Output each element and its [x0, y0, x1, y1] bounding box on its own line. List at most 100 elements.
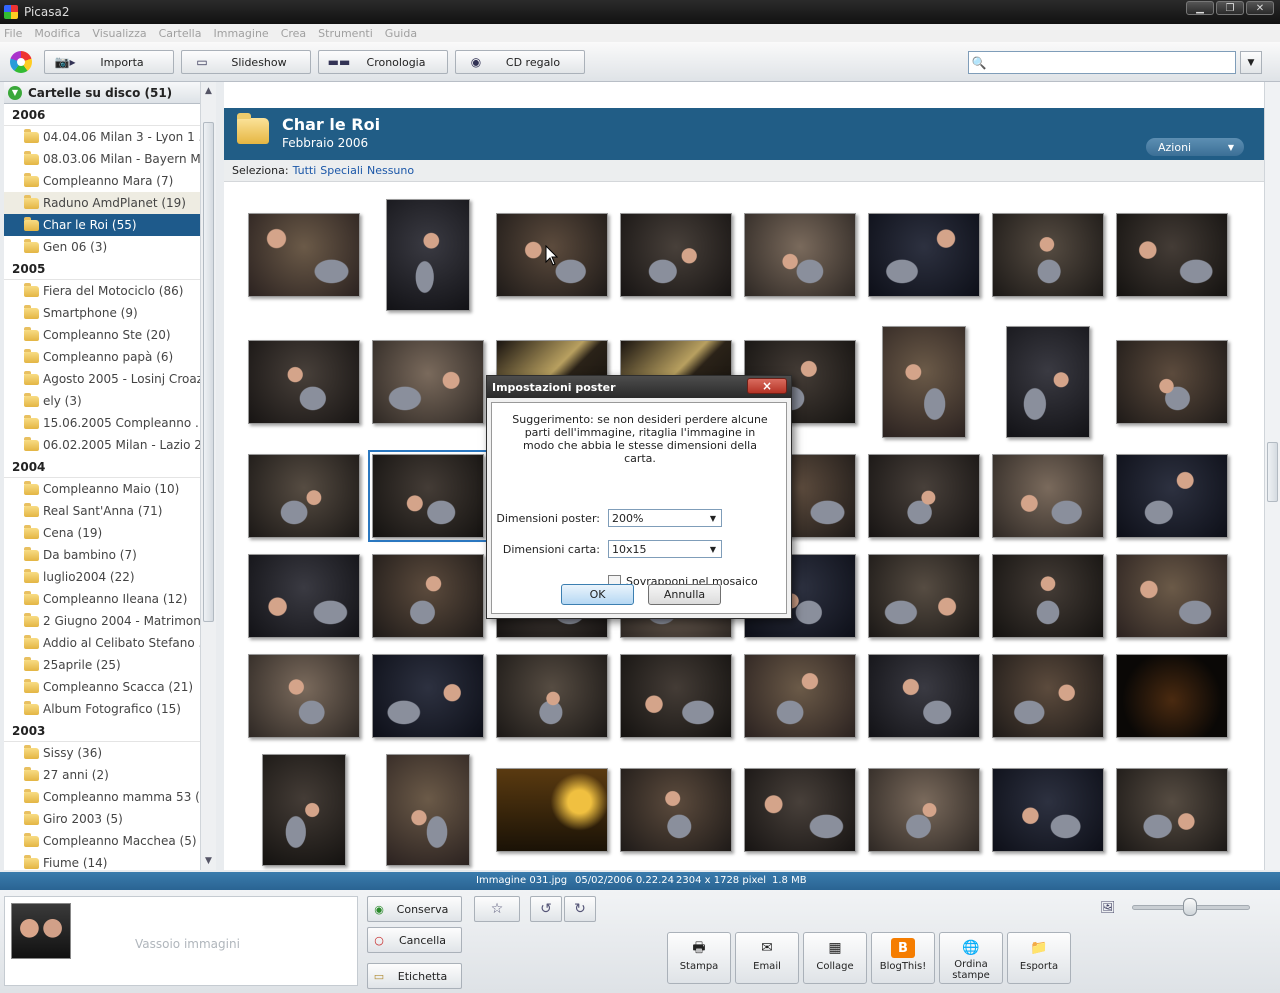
photo-thumbnail[interactable]	[868, 213, 980, 297]
folder-item[interactable]: Giro 2003 (5)	[4, 808, 200, 830]
photo-thumbnail[interactable]	[1116, 768, 1228, 852]
scroll-down-icon[interactable]: ▼	[201, 852, 216, 870]
folder-item[interactable]: luglio2004 (22)	[4, 566, 200, 588]
paper-size-select[interactable]: 10x15 ▼	[608, 540, 722, 558]
folder-item[interactable]: Da bambino (7)	[4, 544, 200, 566]
photo-thumbnail-selected[interactable]	[368, 450, 488, 542]
folder-item[interactable]: Compleanno Ileana (12)	[4, 588, 200, 610]
clear-button[interactable]: ○ Cancella	[367, 927, 462, 953]
folder-item[interactable]: Fiume (14)	[4, 852, 200, 870]
photo-thumbnail[interactable]	[496, 768, 608, 852]
folder-item[interactable]: Addio al Celibato Stefano ...	[4, 632, 200, 654]
photo-thumbnail[interactable]	[868, 654, 980, 738]
select-special-link[interactable]: Speciali	[320, 164, 363, 177]
photo-thumbnail[interactable]	[882, 326, 966, 438]
search-options-dropdown[interactable]: ▼	[1240, 51, 1262, 74]
photo-thumbnail[interactable]	[1116, 213, 1228, 297]
rotate-left-button[interactable]: ↺	[530, 896, 562, 922]
cd-gift-button[interactable]: ◉ CD regalo	[455, 50, 585, 74]
minimize-button[interactable]: ▁	[1186, 1, 1214, 15]
picture-tray[interactable]: Vassoio immagini	[4, 896, 358, 986]
photo-thumbnail[interactable]	[496, 654, 608, 738]
folder-item[interactable]: ely (3)	[4, 390, 200, 412]
email-button[interactable]: ✉ Email	[735, 932, 799, 984]
folder-item[interactable]: Compleanno mamma 53 (4)	[4, 786, 200, 808]
photo-thumbnail[interactable]	[868, 454, 980, 538]
photo-thumbnail[interactable]	[386, 199, 470, 311]
menu-crea[interactable]: Crea	[281, 27, 306, 40]
photo-thumbnail[interactable]	[992, 768, 1104, 852]
menu-modifica[interactable]: Modifica	[34, 27, 80, 40]
menu-file[interactable]: File	[4, 27, 22, 40]
search-input[interactable]	[989, 52, 1229, 73]
folder-item[interactable]: Fiera del Motociclo (86)	[4, 280, 200, 302]
tray-thumbnail[interactable]	[11, 903, 71, 959]
scrollbar-thumb[interactable]	[1267, 442, 1278, 502]
photo-thumbnail[interactable]	[372, 340, 484, 424]
photo-thumbnail[interactable]	[868, 768, 980, 852]
folder-item[interactable]: 25aprile (25)	[4, 654, 200, 676]
photo-thumbnail[interactable]	[372, 554, 484, 638]
photo-thumbnail[interactable]	[262, 754, 346, 866]
select-all-link[interactable]: Tutti	[293, 164, 317, 177]
close-window-button[interactable]: ✕	[1246, 1, 1274, 15]
folder-item-hovered[interactable]: Raduno AmdPlanet (19)	[4, 192, 200, 214]
menu-visualizza[interactable]: Visualizza	[92, 27, 146, 40]
keep-button[interactable]: ◉ Conserva	[367, 896, 462, 922]
folder-item[interactable]: Agosto 2005 - Losinj Croaz...	[4, 368, 200, 390]
slider-handle[interactable]	[1183, 898, 1197, 916]
folder-item[interactable]: Sissy (36)	[4, 742, 200, 764]
print-button[interactable]: 🖶 Stampa	[667, 932, 731, 984]
folder-item[interactable]: 2 Giugno 2004 - Matrimoni...	[4, 610, 200, 632]
photo-thumbnail[interactable]	[744, 213, 856, 297]
album-scrollbar[interactable]	[1264, 82, 1280, 870]
photo-thumbnail[interactable]	[744, 654, 856, 738]
collage-button[interactable]: ▦ Collage	[803, 932, 867, 984]
star-button[interactable]: ☆	[474, 896, 520, 922]
maximize-button[interactable]: ❐	[1216, 1, 1244, 15]
photo-thumbnail[interactable]	[372, 654, 484, 738]
menu-cartella[interactable]: Cartella	[159, 27, 202, 40]
folder-list-scrollbar[interactable]: ▲ ▼	[200, 82, 216, 870]
folder-item-selected[interactable]: Char le Roi (55)	[4, 214, 200, 236]
dialog-close-button[interactable]: ×	[747, 378, 787, 394]
photo-thumbnail[interactable]	[992, 454, 1104, 538]
folder-item[interactable]: Album Fotografico (15)	[4, 698, 200, 720]
ok-button[interactable]: OK	[561, 584, 634, 605]
folder-item[interactable]: Compleanno Macchea (5)	[4, 830, 200, 852]
picasa-logo-icon[interactable]	[10, 51, 32, 73]
folder-item[interactable]: 27 anni (2)	[4, 764, 200, 786]
folder-item[interactable]: Compleanno Ste (20)	[4, 324, 200, 346]
photo-thumbnail[interactable]	[620, 213, 732, 297]
select-none-link[interactable]: Nessuno	[367, 164, 414, 177]
folder-item[interactable]: Smartphone (9)	[4, 302, 200, 324]
folder-item[interactable]: Compleanno Maio (10)	[4, 478, 200, 500]
photo-thumbnail[interactable]	[992, 213, 1104, 297]
folder-item[interactable]: Compleanno papà (6)	[4, 346, 200, 368]
photo-thumbnail[interactable]	[1116, 340, 1228, 424]
photo-thumbnail[interactable]	[868, 554, 980, 638]
poster-size-select[interactable]: 200% ▼	[608, 509, 722, 527]
photo-thumbnail[interactable]	[1116, 654, 1228, 738]
export-button[interactable]: 📁 Esporta	[1007, 932, 1071, 984]
actions-dropdown[interactable]: Azioni ▼	[1146, 138, 1244, 156]
photo-thumbnail[interactable]	[620, 654, 732, 738]
folder-item[interactable]: 15.06.2005 Compleanno ...	[4, 412, 200, 434]
photo-thumbnail[interactable]	[1006, 326, 1090, 438]
photo-thumbnail[interactable]	[1116, 454, 1228, 538]
photo-thumbnail[interactable]	[248, 554, 360, 638]
scroll-up-icon[interactable]: ▲	[201, 82, 216, 100]
import-button[interactable]: 📷▸ Importa	[44, 50, 174, 74]
folder-list-header[interactable]: ▼ Cartelle su disco (51)	[4, 82, 215, 104]
rotate-right-button[interactable]: ↻	[564, 896, 596, 922]
blogthis-button[interactable]: B BlogThis!	[871, 932, 935, 984]
photo-thumbnail[interactable]	[1116, 554, 1228, 638]
photo-thumbnail[interactable]	[248, 454, 360, 538]
cancel-button[interactable]: Annulla	[648, 584, 721, 605]
photo-thumbnail[interactable]	[248, 213, 360, 297]
folder-item[interactable]: 08.03.06 Milan - Bayern M...	[4, 148, 200, 170]
folder-item[interactable]: Compleanno Scacca (21)	[4, 676, 200, 698]
photo-thumbnail[interactable]	[992, 554, 1104, 638]
photo-thumbnail[interactable]	[248, 340, 360, 424]
photo-thumbnail[interactable]	[744, 768, 856, 852]
